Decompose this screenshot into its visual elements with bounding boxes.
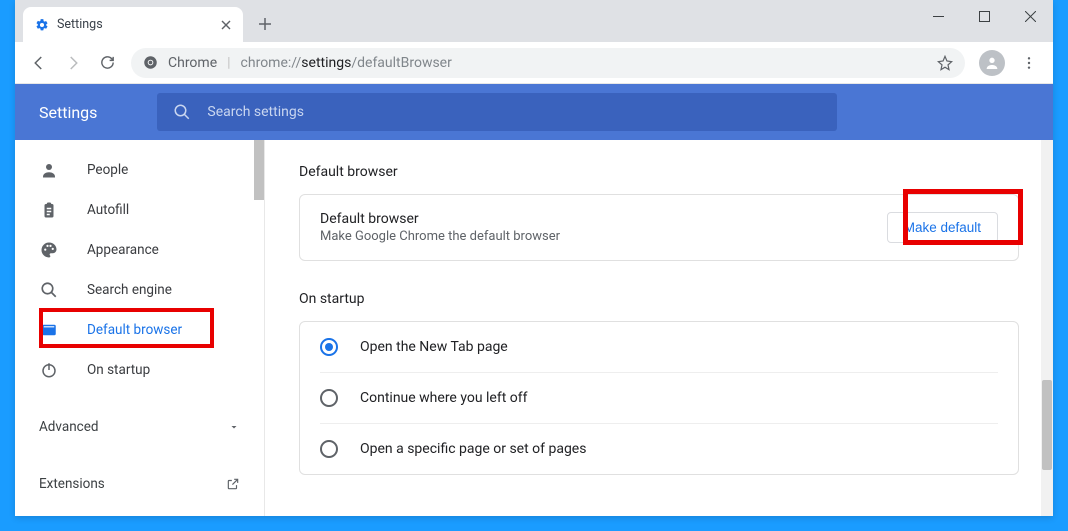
minimize-button[interactable] xyxy=(915,0,961,32)
browser-tab[interactable]: Settings xyxy=(23,7,243,42)
chevron-down-icon xyxy=(228,421,240,433)
sidebar-item-autofill[interactable]: Autofill xyxy=(15,190,264,230)
titlebar: Settings xyxy=(15,0,1053,42)
close-button[interactable] xyxy=(1007,0,1053,32)
person-icon xyxy=(39,161,59,179)
section-title-startup: On startup xyxy=(299,291,1019,307)
sidebar-label: Appearance xyxy=(87,242,159,258)
content-scrollbar-track[interactable] xyxy=(1041,140,1053,516)
startup-option-newtab[interactable]: Open the New Tab page xyxy=(300,322,1018,372)
back-button[interactable] xyxy=(23,47,55,79)
extensions-label: Extensions xyxy=(39,476,105,492)
sidebar-item-default-browser[interactable]: Default browser xyxy=(15,310,264,350)
startup-option-continue[interactable]: Continue where you left off xyxy=(300,373,1018,423)
clipboard-icon xyxy=(39,201,59,219)
separator: | xyxy=(227,55,230,71)
close-icon[interactable] xyxy=(221,20,231,30)
star-icon[interactable] xyxy=(937,55,953,71)
startup-option-specific[interactable]: Open a specific page or set of pages xyxy=(300,424,1018,474)
content-scrollbar-thumb[interactable] xyxy=(1042,380,1052,470)
power-icon xyxy=(39,361,59,379)
settings-sidebar: People Autofill Appearance Search engine xyxy=(15,140,265,516)
address-bar[interactable]: Chrome | chrome://settings/defaultBrowse… xyxy=(131,48,965,78)
sidebar-label: Default browser xyxy=(87,322,182,338)
url-text: chrome://settings/defaultBrowser xyxy=(241,55,452,71)
default-card-subtitle: Make Google Chrome the default browser xyxy=(320,229,560,244)
external-link-icon xyxy=(226,477,240,491)
menu-button[interactable] xyxy=(1013,47,1045,79)
tab-title: Settings xyxy=(57,17,213,32)
search-placeholder: Search settings xyxy=(207,104,304,120)
advanced-label: Advanced xyxy=(39,419,99,435)
settings-title: Settings xyxy=(39,103,97,122)
settings-header: Settings Search settings xyxy=(15,84,1053,140)
option-label: Open the New Tab page xyxy=(360,339,508,355)
browser-window: Settings xyxy=(15,0,1053,516)
radio-icon xyxy=(320,389,338,407)
maximize-button[interactable] xyxy=(961,0,1007,32)
section-title-default: Default browser xyxy=(299,164,1019,180)
make-default-button[interactable]: Make default xyxy=(887,212,998,243)
sidebar-label: Autofill xyxy=(87,202,129,218)
option-label: Continue where you left off xyxy=(360,390,528,406)
sidebar-label: People xyxy=(87,162,128,178)
search-icon xyxy=(39,281,59,299)
sidebar-label: On startup xyxy=(87,362,150,378)
settings-main: Default browser Default browser Make Goo… xyxy=(265,140,1053,516)
profile-avatar[interactable] xyxy=(979,50,1005,76)
radio-icon xyxy=(320,338,338,356)
new-tab-button[interactable] xyxy=(249,8,281,40)
search-icon xyxy=(173,103,191,121)
default-card-title: Default browser xyxy=(320,211,560,227)
radio-icon xyxy=(320,440,338,458)
chrome-icon xyxy=(143,55,158,70)
startup-card: Open the New Tab page Continue where you… xyxy=(299,321,1019,475)
sidebar-item-advanced[interactable]: Advanced xyxy=(15,407,264,447)
reload-button[interactable] xyxy=(91,47,123,79)
palette-icon xyxy=(39,241,59,259)
sidebar-item-people[interactable]: People xyxy=(15,150,264,190)
settings-search[interactable]: Search settings xyxy=(157,93,837,131)
url-scheme-label: Chrome xyxy=(168,55,217,71)
sidebar-scrollbar[interactable] xyxy=(254,140,264,200)
default-browser-card: Default browser Make Google Chrome the d… xyxy=(299,194,1019,261)
forward-button[interactable] xyxy=(57,47,89,79)
browser-icon xyxy=(39,321,59,339)
sidebar-label: Search engine xyxy=(87,282,172,298)
sidebar-item-extensions[interactable]: Extensions xyxy=(15,464,264,504)
sidebar-item-on-startup[interactable]: On startup xyxy=(15,350,264,390)
gear-icon xyxy=(35,18,49,32)
settings-app: Settings Search settings People xyxy=(15,84,1053,516)
option-label: Open a specific page or set of pages xyxy=(360,441,586,457)
toolbar: Chrome | chrome://settings/defaultBrowse… xyxy=(15,42,1053,84)
sidebar-item-appearance[interactable]: Appearance xyxy=(15,230,264,270)
sidebar-item-search-engine[interactable]: Search engine xyxy=(15,270,264,310)
